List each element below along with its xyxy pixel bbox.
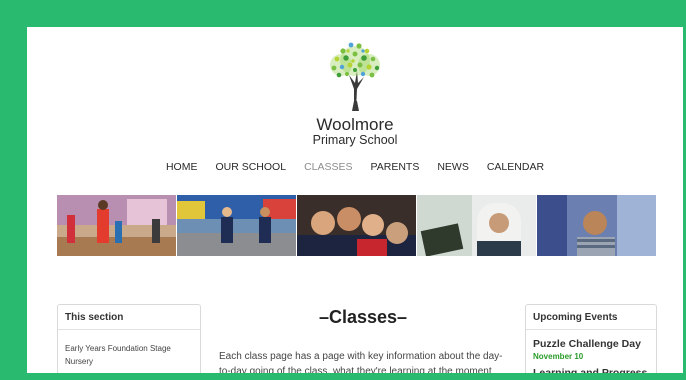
page-title: –Classes– xyxy=(318,307,408,327)
intro-paragraph: Each class page has a page with key info… xyxy=(219,351,503,373)
event-date: November 10 xyxy=(533,352,584,361)
main-nav: HOME OUR SCHOOL CLASSES PARENTS NEWS CAL… xyxy=(27,161,683,173)
photo-children-running-hall xyxy=(57,195,176,256)
school-name: Woolmore xyxy=(316,115,394,134)
sidebar-item-early-years[interactable]: Early Years Foundation Stage xyxy=(58,330,200,353)
nav-calendar[interactable]: CALENDAR xyxy=(487,161,544,173)
events-title: Upcoming Events xyxy=(526,305,656,330)
sidebar-title: This section xyxy=(58,305,200,330)
photo-boy-smiling-portrait xyxy=(537,195,656,256)
event-title[interactable]: Puzzle Challenge Day xyxy=(526,330,656,350)
photo-children-running-playground xyxy=(177,195,296,256)
nav-news[interactable]: NEWS xyxy=(437,161,469,173)
photo-girls-smiling-group xyxy=(297,195,416,256)
photo-banner xyxy=(57,195,656,256)
photo-girl-hijab-reading xyxy=(417,195,536,256)
upcoming-events-panel: Upcoming Events Puzzle Challenge Day Nov… xyxy=(525,304,657,373)
tree-logo-icon[interactable] xyxy=(319,37,391,113)
nav-parents[interactable]: PARENTS xyxy=(371,161,420,173)
nav-our-school[interactable]: OUR SCHOOL xyxy=(215,161,286,173)
page: Woolmore Primary School HOME OUR SCHOOL … xyxy=(27,27,683,373)
nav-home[interactable]: HOME xyxy=(166,161,198,173)
nav-classes[interactable]: CLASSES xyxy=(304,161,352,173)
section-sidebar: This section Early Years Foundation Stag… xyxy=(57,304,201,373)
sidebar-item-nursery[interactable]: Nursery xyxy=(58,353,200,366)
event-title[interactable]: Learning and Progress xyxy=(526,361,656,373)
school-subtitle: Primary School xyxy=(312,133,398,147)
